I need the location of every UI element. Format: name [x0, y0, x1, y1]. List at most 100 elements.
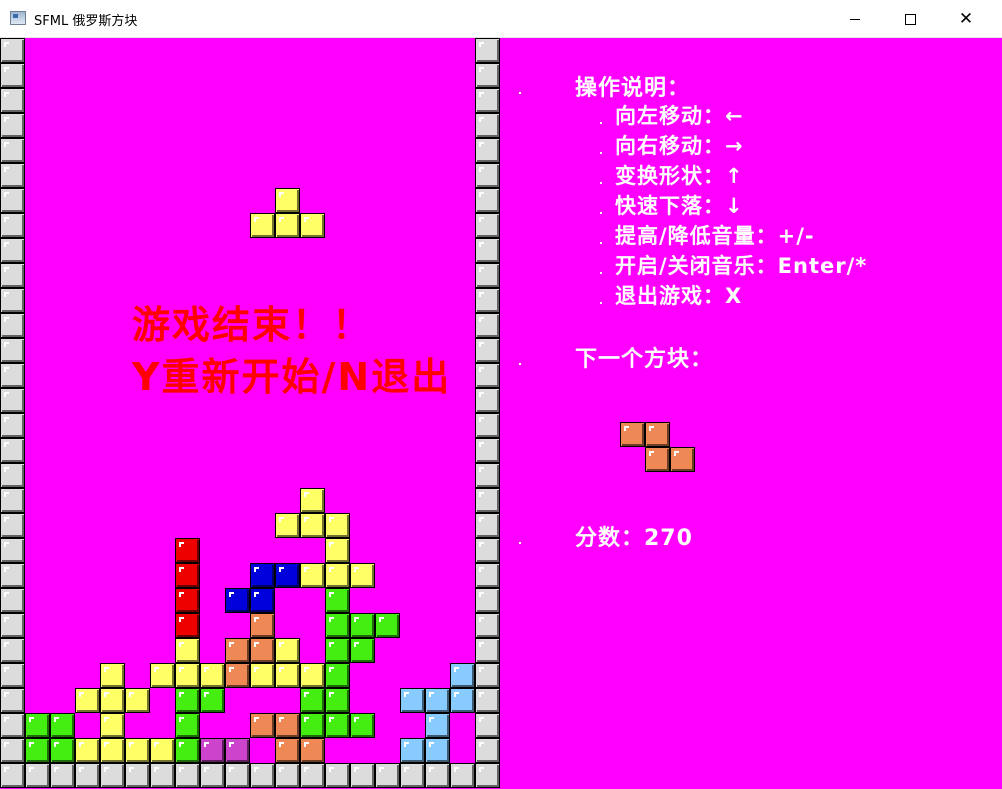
stack-block [400, 688, 425, 713]
score-display: 分数：270 [575, 526, 693, 551]
controls-help-title: 操作说明： [575, 76, 691, 101]
stack-block [325, 713, 350, 738]
wall-block [325, 763, 350, 788]
stack-block [150, 738, 175, 763]
falling-piece-block [275, 188, 300, 213]
next-piece-block [645, 422, 670, 447]
wall-block [0, 363, 25, 388]
control-quit: 退出游戏：X [615, 284, 743, 308]
wall-block [25, 763, 50, 788]
stack-block [50, 713, 75, 738]
wall-block [475, 513, 500, 538]
wall-block [0, 188, 25, 213]
wall-block [475, 613, 500, 638]
wall-block [250, 763, 275, 788]
control-rotate: 变换形状：↑ [615, 164, 744, 188]
wall-block [475, 438, 500, 463]
wall-block [0, 763, 25, 788]
stack-block [350, 713, 375, 738]
wall-block [0, 713, 25, 738]
wall-block [475, 763, 500, 788]
decorative-dot [600, 152, 602, 154]
game-canvas[interactable]: 游戏结束！！ Y重新开始/N退出 操作说明： 向左移动：← 向右移动：→ 变换形… [0, 38, 1002, 789]
minimize-icon [850, 18, 860, 20]
stack-block [125, 738, 150, 763]
decorative-dot [600, 212, 602, 214]
next-piece-block [645, 447, 670, 472]
stack-block [300, 513, 325, 538]
wall-block [100, 763, 125, 788]
wall-block [0, 213, 25, 238]
wall-block [475, 288, 500, 313]
stack-block [125, 688, 150, 713]
wall-block [0, 88, 25, 113]
wall-block [0, 488, 25, 513]
stack-block [325, 538, 350, 563]
stack-block [225, 638, 250, 663]
stack-block [225, 588, 250, 613]
wall-block [0, 738, 25, 763]
wall-block [475, 88, 500, 113]
close-button[interactable]: ✕ [943, 0, 989, 38]
wall-block [0, 388, 25, 413]
falling-piece-block [300, 213, 325, 238]
stack-block [275, 638, 300, 663]
wall-block [475, 213, 500, 238]
stack-block [325, 588, 350, 613]
decorative-dot [600, 302, 602, 304]
stack-block [350, 613, 375, 638]
control-drop: 快速下落：↓ [615, 194, 744, 218]
wall-block [0, 538, 25, 563]
wall-block [475, 363, 500, 388]
wall-block [475, 38, 500, 63]
stack-block [175, 563, 200, 588]
stack-block [75, 738, 100, 763]
stack-block [250, 663, 275, 688]
wall-block [475, 388, 500, 413]
stack-block [100, 663, 125, 688]
decorative-dot [600, 272, 602, 274]
maximize-button[interactable] [887, 0, 933, 38]
wall-block [150, 763, 175, 788]
window-title-bar[interactable]: SFML 俄罗斯方块 ✕ [0, 0, 1002, 38]
stack-block [425, 688, 450, 713]
wall-block [50, 763, 75, 788]
wall-block [0, 288, 25, 313]
stack-block [375, 613, 400, 638]
wall-block [475, 663, 500, 688]
stack-block [325, 563, 350, 588]
stack-block [300, 663, 325, 688]
wall-block [0, 638, 25, 663]
window-app-icon [10, 11, 26, 25]
game-over-title: 游戏结束！！ [132, 303, 373, 347]
stack-block [25, 738, 50, 763]
wall-block [475, 188, 500, 213]
wall-block [125, 763, 150, 788]
stack-block [250, 638, 275, 663]
wall-block [200, 763, 225, 788]
game-over-prompt: Y重新开始/N退出 [132, 355, 452, 399]
wall-block [0, 313, 25, 338]
stack-block [175, 588, 200, 613]
stack-block [175, 613, 200, 638]
next-piece-block [620, 422, 645, 447]
wall-block [0, 38, 25, 63]
stack-block [200, 663, 225, 688]
minimize-button[interactable] [832, 0, 878, 38]
wall-block [0, 63, 25, 88]
wall-block [475, 238, 500, 263]
control-move-left: 向左移动：← [615, 104, 744, 128]
wall-block [0, 413, 25, 438]
stack-block [325, 613, 350, 638]
stack-block [75, 688, 100, 713]
wall-block [0, 238, 25, 263]
stack-block [150, 663, 175, 688]
wall-block [400, 763, 425, 788]
wall-block [0, 138, 25, 163]
stack-block [450, 663, 475, 688]
wall-block [0, 338, 25, 363]
next-piece-label: 下一个方块： [575, 347, 714, 372]
control-move-right: 向右移动：→ [615, 134, 744, 158]
stack-block [275, 738, 300, 763]
wall-block [475, 688, 500, 713]
